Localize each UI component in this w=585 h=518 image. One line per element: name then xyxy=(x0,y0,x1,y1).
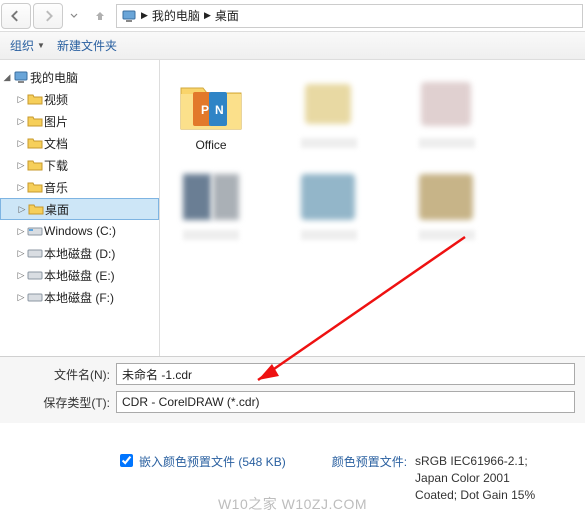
filename-input[interactable]: 未命名 -1.cdr xyxy=(116,363,575,385)
main-area: ◢ 我的电脑 ▷视频 ▷图片 ▷文档 ▷下载 ▷音乐 ▷桌面 ▷Windows … xyxy=(0,60,585,356)
folder-icon xyxy=(26,113,44,129)
tree-root-computer[interactable]: ◢ 我的电脑 xyxy=(0,66,159,88)
tree-label: 我的电脑 xyxy=(30,69,78,86)
tree-item-documents[interactable]: ▷文档 xyxy=(0,132,159,154)
tree-label: 本地磁盘 (D:) xyxy=(44,245,115,262)
embed-profile-checkbox-row: 嵌入颜色预置文件 (548 KB) xyxy=(120,453,286,470)
tree-item-pictures[interactable]: ▷图片 xyxy=(0,110,159,132)
folder-icon xyxy=(26,135,44,151)
drive-icon xyxy=(26,223,44,239)
crumb-sep-icon: ▶ xyxy=(204,10,211,21)
computer-icon xyxy=(121,8,137,24)
nav-back-button[interactable] xyxy=(1,3,31,29)
blurred-label xyxy=(301,138,357,148)
tree-label: 视频 xyxy=(44,91,68,108)
tree-item-drive-f[interactable]: ▷本地磁盘 (F:) xyxy=(0,286,159,308)
blurred-label xyxy=(301,230,357,240)
svg-text:N: N xyxy=(215,103,224,117)
folder-icon xyxy=(26,91,44,107)
blurred-label xyxy=(419,138,475,148)
new-folder-button[interactable]: 新建文件夹 xyxy=(57,37,117,54)
tree-label: 下载 xyxy=(44,157,68,174)
savetype-dropdown[interactable]: CDR - CorelDRAW (*.cdr) xyxy=(116,391,575,413)
tree-item-music[interactable]: ▷音乐 xyxy=(0,176,159,198)
tree-label: 图片 xyxy=(44,113,68,130)
blurred-label xyxy=(419,230,475,240)
organize-menu[interactable]: 组织▼ xyxy=(10,37,45,54)
crumb-sep-icon: ▶ xyxy=(141,10,148,21)
crumb-desktop[interactable]: 桌面 xyxy=(215,7,239,24)
blurred-thumb-icon xyxy=(415,170,479,226)
tree-item-drive-c[interactable]: ▷Windows (C:) xyxy=(0,220,159,242)
tree-label: 本地磁盘 (F:) xyxy=(44,289,114,306)
blurred-thumb-icon xyxy=(179,170,243,226)
tree-item-drive-e[interactable]: ▷本地磁盘 (E:) xyxy=(0,264,159,286)
nav-up-button[interactable] xyxy=(88,4,112,28)
embed-profile-label: 嵌入颜色预置文件 (548 KB) xyxy=(139,453,286,470)
file-label: Office xyxy=(195,138,226,152)
tree-label: 音乐 xyxy=(44,179,68,196)
drive-icon xyxy=(26,289,44,305)
folder-tree[interactable]: ◢ 我的电脑 ▷视频 ▷图片 ▷文档 ▷下载 ▷音乐 ▷桌面 ▷Windows … xyxy=(0,60,160,356)
tree-item-video[interactable]: ▷视频 xyxy=(0,88,159,110)
filename-label: 文件名(N): xyxy=(10,366,116,383)
tree-item-drive-d[interactable]: ▷本地磁盘 (D:) xyxy=(0,242,159,264)
blurred-label xyxy=(183,230,239,240)
tree-item-desktop[interactable]: ▷桌面 xyxy=(0,198,159,220)
blurred-thumb-icon xyxy=(297,78,361,134)
tree-label: 桌面 xyxy=(45,201,69,218)
computer-icon xyxy=(12,69,30,85)
save-fields-panel: 文件名(N): 未命名 -1.cdr 保存类型(T): CDR - CorelD… xyxy=(0,356,585,423)
address-bar[interactable]: ▶ 我的电脑 ▶ 桌面 xyxy=(116,4,583,28)
drive-icon xyxy=(26,267,44,283)
navigation-bar: ▶ 我的电脑 ▶ 桌面 xyxy=(0,0,585,32)
blurred-thumb-icon xyxy=(415,78,479,134)
tree-item-downloads[interactable]: ▷下载 xyxy=(0,154,159,176)
embed-profile-checkbox[interactable] xyxy=(120,454,133,467)
blurred-thumb-icon xyxy=(297,170,361,226)
file-item-blurred[interactable] xyxy=(284,170,374,240)
file-item-blurred[interactable] xyxy=(166,170,256,240)
tree-label: 文档 xyxy=(44,135,68,152)
nav-recent-dropdown[interactable] xyxy=(65,4,83,28)
tree-label: Windows (C:) xyxy=(44,224,116,238)
crumb-computer[interactable]: 我的电脑 xyxy=(152,7,200,24)
nav-forward-button[interactable] xyxy=(33,3,63,29)
filename-value: 未命名 -1.cdr xyxy=(122,366,192,383)
folder-icon xyxy=(27,201,45,217)
file-item-blurred[interactable] xyxy=(402,170,492,240)
watermark: W10之家 W10ZJ.COM xyxy=(0,494,585,514)
file-item-blurred[interactable] xyxy=(402,78,492,152)
folder-icon xyxy=(26,157,44,173)
folder-icon: P N xyxy=(179,78,243,134)
folder-icon xyxy=(26,179,44,195)
svg-text:P: P xyxy=(201,103,209,117)
tree-label: 本地磁盘 (E:) xyxy=(44,267,115,284)
file-item-office[interactable]: P N Office xyxy=(166,78,256,152)
file-list[interactable]: P N Office xyxy=(160,60,585,356)
file-item-blurred[interactable] xyxy=(284,78,374,152)
savetype-value: CDR - CorelDRAW (*.cdr) xyxy=(122,395,260,409)
toolbar: 组织▼ 新建文件夹 xyxy=(0,32,585,60)
drive-icon xyxy=(26,245,44,261)
savetype-label: 保存类型(T): xyxy=(10,394,116,411)
